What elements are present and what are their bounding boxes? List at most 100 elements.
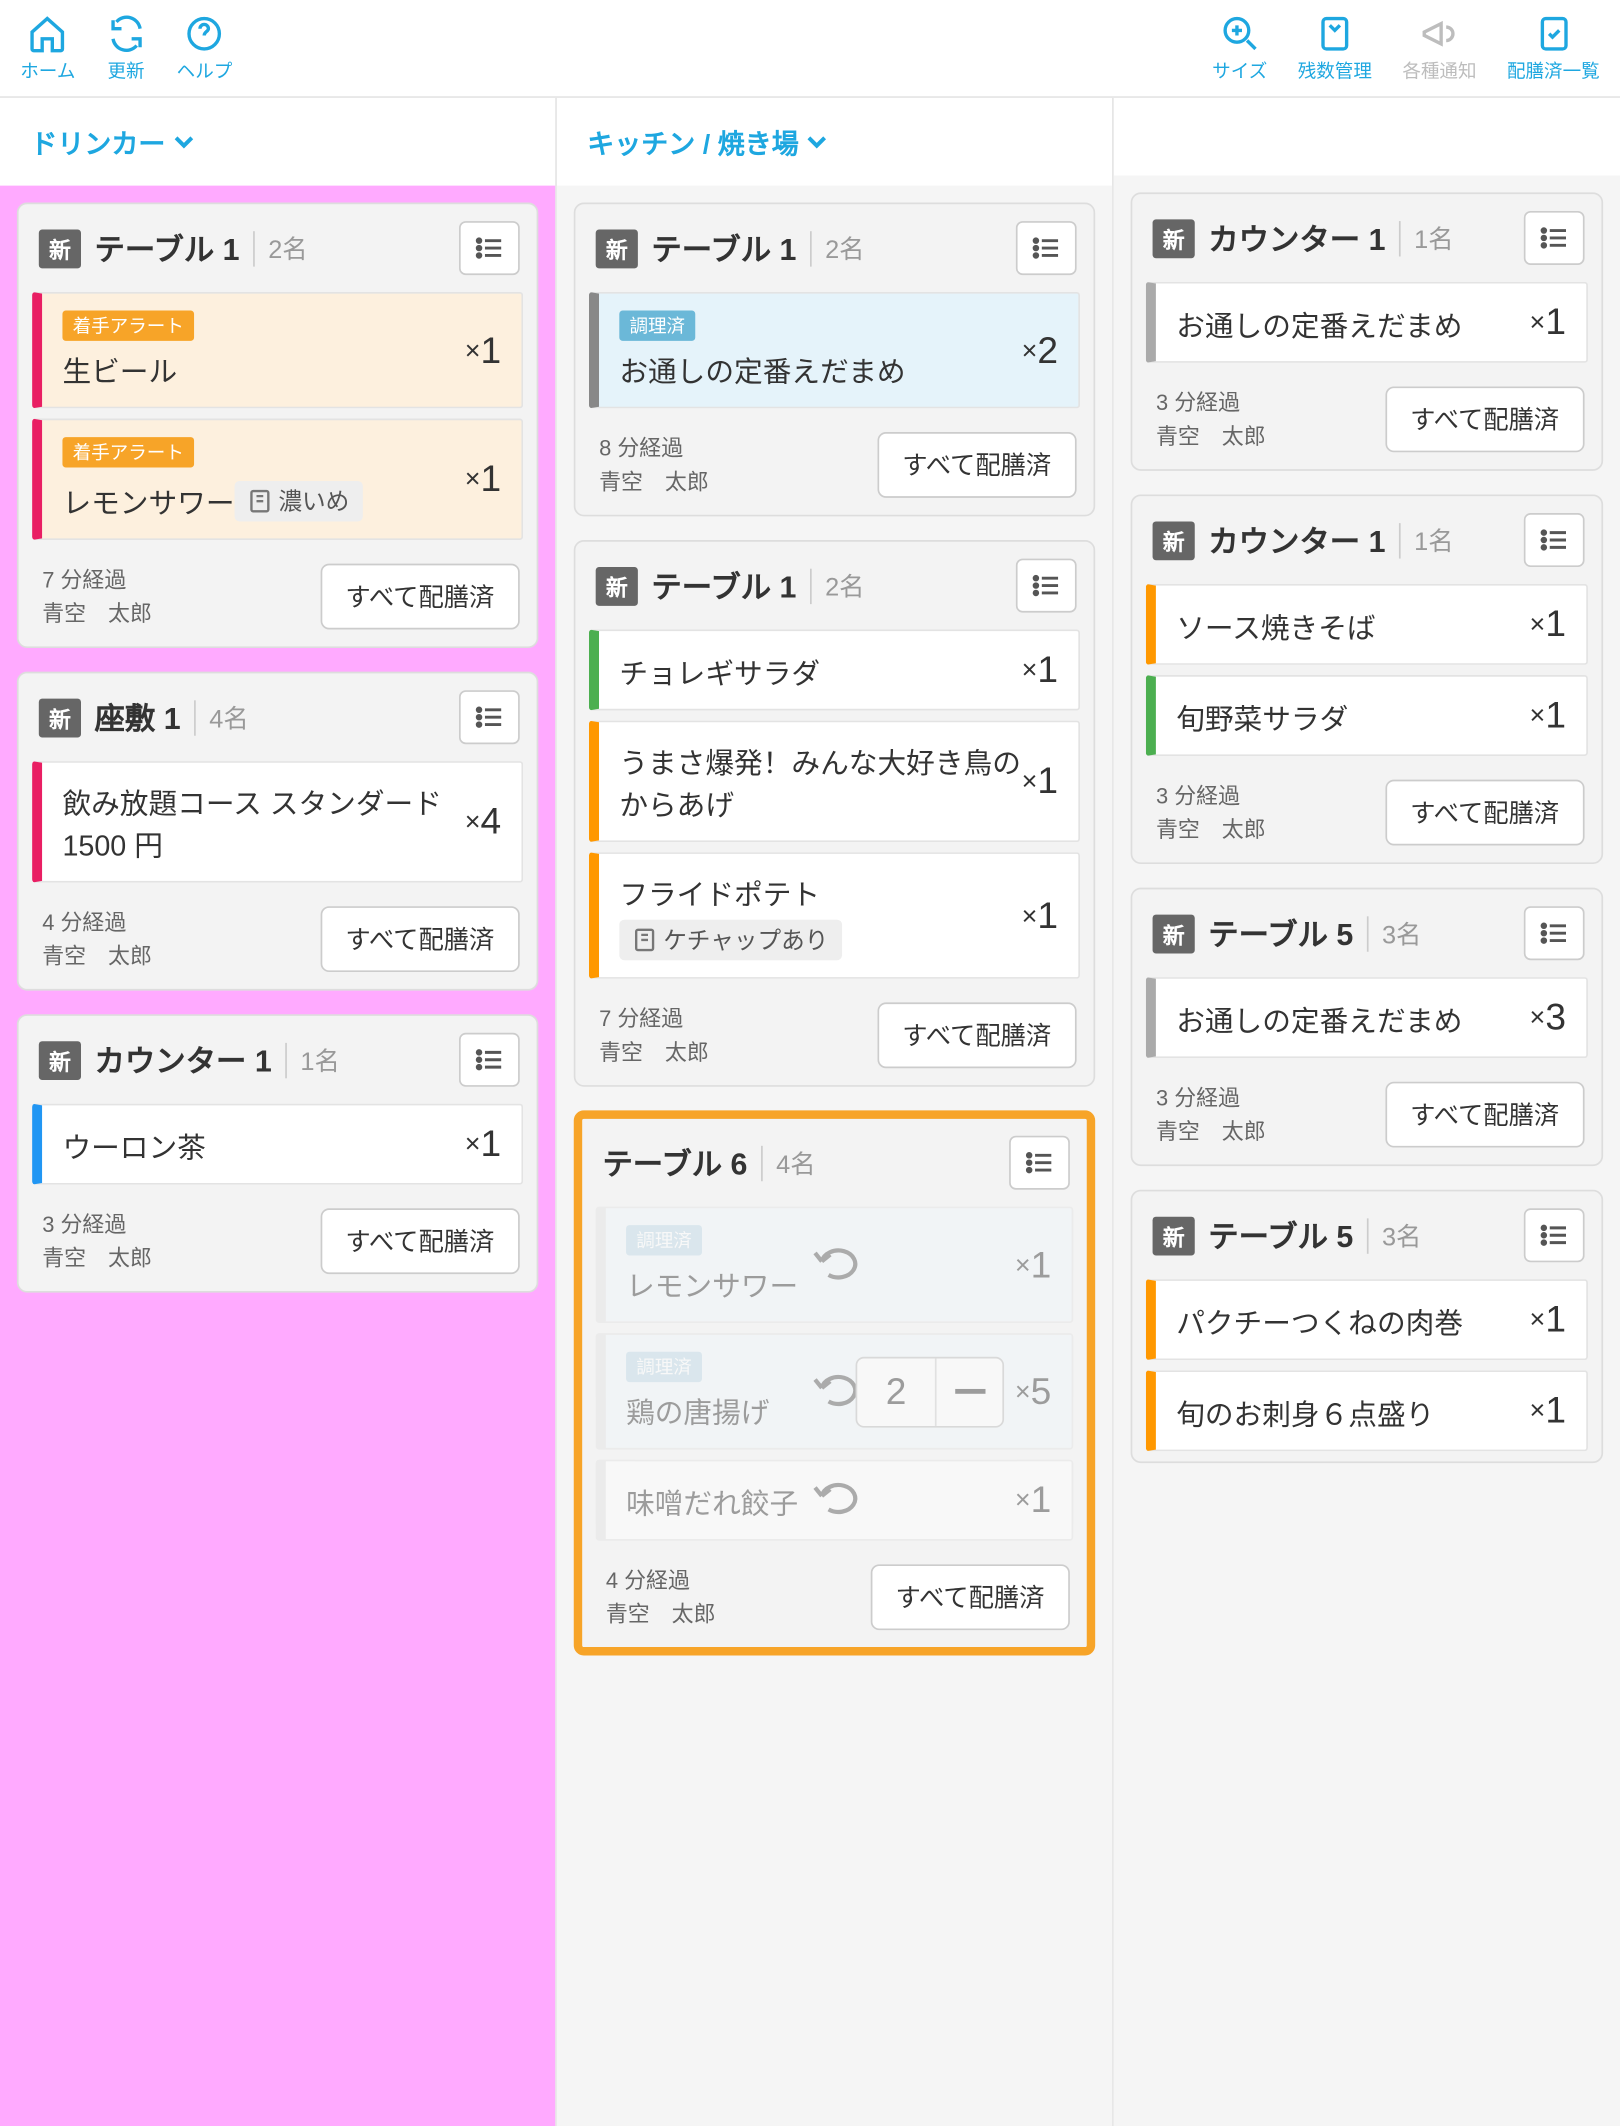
card-menu-button[interactable] (1524, 906, 1585, 960)
card-menu-button[interactable] (459, 1033, 520, 1087)
order-item[interactable]: 着手アラートレモンサワー濃いめ×1 (32, 419, 523, 541)
item-name: 味噌だれ餃子 (626, 1488, 798, 1520)
card-guests: 2名 (810, 230, 865, 265)
refresh-button[interactable]: 更新 (106, 13, 147, 84)
card-menu-button[interactable] (1524, 1208, 1585, 1262)
order-item[interactable]: ソース焼きそば ×1 (1146, 584, 1588, 665)
serve-all-button[interactable]: すべて配膳済 (1385, 1082, 1585, 1148)
order-item[interactable]: お通しの定番えだまめ×1 (1146, 282, 1588, 363)
card-menu-button[interactable] (1524, 211, 1585, 265)
section-drinker-title[interactable]: ドリンカー (0, 98, 555, 186)
item-name: お通しの定番えだまめ (619, 356, 905, 388)
item-name: お通しの定番えだまめ (1176, 1005, 1462, 1037)
card-menu-button[interactable] (1016, 221, 1077, 275)
card-guests: 2名 (810, 568, 865, 603)
item-qty: ×1 (1015, 1478, 1051, 1522)
serve-all-button[interactable]: すべて配膳済 (320, 564, 520, 630)
stock-label: 残数管理 (1298, 57, 1372, 84)
card-menu-button[interactable] (1009, 1136, 1070, 1190)
item-badge: 調理済 (619, 311, 695, 341)
order-card: 新カウンター 11名ソース焼きそば×1旬野菜サラダ×13 分経過青空 太郎すべて… (1131, 494, 1604, 864)
card-title: テーブル 5 (1208, 911, 1353, 955)
serve-all-button[interactable]: すべて配膳済 (877, 432, 1077, 498)
order-item[interactable]: フライドポテトケチャップあり×1 (589, 852, 1080, 979)
item-qty: ×1 (1022, 648, 1058, 692)
card-guests: 4名 (194, 699, 249, 734)
qty-minus[interactable] (935, 1358, 1003, 1426)
card-header: 新テーブル 53名 (1132, 889, 1601, 977)
order-card: 新テーブル 53名お通しの定番えだまめ×33 分経過青空 太郎すべて配膳済 (1131, 888, 1604, 1166)
card-header: テーブル 64名 (582, 1119, 1087, 1207)
order-item[interactable]: パクチーつくねの肉巻×1 (1146, 1279, 1588, 1360)
help-icon (184, 13, 225, 54)
card-meta: 3 分経過青空 太郎 (42, 1208, 152, 1274)
order-item[interactable]: お通しの定番えだまめ×3 (1146, 977, 1588, 1058)
item-qty: ×1 (1530, 1389, 1566, 1433)
item-badge: 着手アラート (62, 311, 194, 341)
item-name: お通しの定番えだまめ (1176, 310, 1462, 342)
stock-button[interactable]: 残数管理 (1298, 13, 1372, 84)
chevron-down-icon (172, 130, 196, 154)
serve-all-button[interactable]: すべて配膳済 (1385, 386, 1585, 452)
qty-control[interactable]: 2 (856, 1356, 1005, 1427)
serve-all-button[interactable]: すべて配膳済 (877, 1002, 1077, 1068)
refresh-icon (106, 13, 147, 54)
serve-all-button[interactable]: すべて配膳済 (320, 1208, 520, 1274)
card-footer: 3 分経過青空 太郎 すべて配膳済 (1132, 1068, 1601, 1164)
order-item[interactable]: ウーロン茶×1 (32, 1104, 523, 1185)
size-button[interactable]: サイズ (1212, 13, 1267, 84)
order-card: テーブル 64名調理済レモンサワー×1調理済鶏の唐揚げ×52味噌だれ餃子×14 … (574, 1110, 1095, 1655)
order-card: 新カウンター 11名ウーロン茶×13 分経過青空 太郎すべて配膳済 (17, 1014, 538, 1292)
serve-all-button[interactable]: すべて配膳済 (870, 1564, 1070, 1630)
home-button[interactable]: ホーム (20, 13, 75, 84)
item-qty: ×1 (1530, 602, 1566, 646)
item-name: チョレギサラダ (619, 657, 820, 689)
card-guests: 3名 (1367, 1218, 1422, 1253)
item-qty: ×5 (1015, 1369, 1051, 1413)
order-card: 新テーブル 53名パクチーつくねの肉巻×1旬のお刺身６点盛り×1 (1131, 1190, 1604, 1463)
card-meta: 7 分経過青空 太郎 (42, 564, 152, 630)
order-item[interactable]: チョレギサラダ ×1 (589, 629, 1080, 710)
order-item[interactable]: 調理済レモンサワー×1 (596, 1207, 1074, 1323)
card-meta: 8 分経過青空 太郎 (599, 432, 709, 498)
item-qty: ×2 (1022, 328, 1058, 372)
toolbar-right: サイズ 残数管理 各種通知 配膳済一覧 (1212, 13, 1600, 84)
order-item[interactable]: 旬野菜サラダ×1 (1146, 675, 1588, 756)
card-title: テーブル 1 (651, 226, 796, 270)
order-item[interactable]: 調理済お通しの定番えだまめ ×2 (589, 292, 1080, 408)
new-badge: 新 (1153, 521, 1195, 560)
announce-button[interactable]: 各種通知 (1402, 13, 1476, 84)
item-qty: ×1 (465, 328, 501, 372)
item-name: 生ビール (62, 356, 177, 388)
order-item[interactable]: 調理済鶏の唐揚げ×52 (596, 1333, 1074, 1449)
order-item[interactable]: 旬のお刺身６点盛り×1 (1146, 1370, 1588, 1451)
card-guests: 3名 (1367, 915, 1422, 950)
undo-button[interactable] (808, 1237, 869, 1293)
card-footer: 7 分経過青空 太郎すべて配膳済 (575, 989, 1093, 1085)
card-menu-button[interactable] (1016, 559, 1077, 613)
home-label: ホーム (20, 57, 75, 84)
item-qty: ×1 (1530, 1298, 1566, 1342)
item-name: ソース焼きそば (1176, 612, 1375, 644)
card-menu-button[interactable] (1524, 513, 1585, 567)
help-button[interactable]: ヘルプ (177, 13, 233, 84)
serve-all-button[interactable]: すべて配膳済 (1385, 780, 1585, 846)
column-kitchen-a: キッチン / 焼き場 新テーブル 12名調理済お通しの定番えだまめ×28 分経過… (557, 98, 1114, 2126)
card-title: カウンター 1 (1208, 518, 1385, 562)
order-item[interactable]: 着手アラート生ビール ×1 (32, 292, 523, 408)
undo-button[interactable] (808, 1472, 869, 1528)
served-list-button[interactable]: 配膳済一覧 (1507, 13, 1600, 84)
card-footer: 8 分経過青空 太郎 すべて配膳済 (575, 419, 1093, 515)
order-item[interactable]: 飲み放題コース スタンダード 1500 円×4 (32, 761, 523, 883)
card-menu-button[interactable] (459, 221, 520, 275)
item-name: 鶏の唐揚げ (626, 1397, 769, 1429)
serve-all-button[interactable]: すべて配膳済 (320, 906, 520, 972)
card-menu-button[interactable] (459, 690, 520, 744)
order-item[interactable]: 味噌だれ餃子 ×1 (596, 1460, 1074, 1541)
card-meta: 3 分経過青空 太郎 (1156, 1082, 1266, 1148)
section-kitchen-title[interactable]: キッチン / 焼き場 (557, 98, 1112, 186)
column-kitchen-b-body: 新カウンター 11名お通しの定番えだまめ×13 分経過青空 太郎すべて配膳済新カ… (1114, 176, 1620, 2126)
help-label: ヘルプ (177, 57, 233, 84)
toolbar-left: ホーム 更新 ヘルプ (20, 13, 232, 84)
order-item[interactable]: うまさ爆発！みんな大好き鳥のからあげ×1 (589, 721, 1080, 843)
